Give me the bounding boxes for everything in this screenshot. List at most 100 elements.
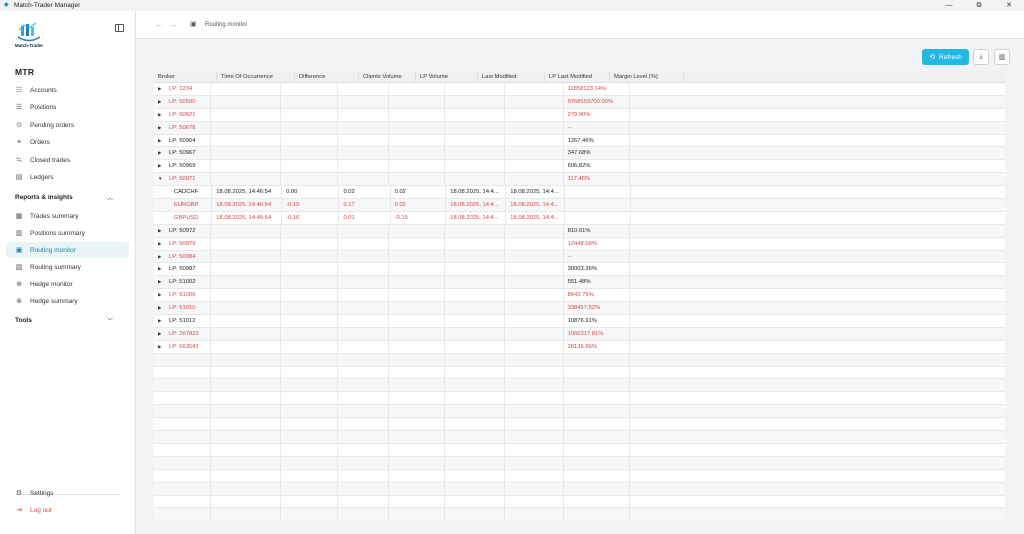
- lp-row[interactable]: ▶ LP: 267823 1066317.81%: [154, 327, 1005, 341]
- expand-row-icon[interactable]: ▶: [158, 251, 169, 263]
- expand-row-icon[interactable]: ▶: [158, 263, 169, 275]
- cell-lp-last-modified: [505, 456, 564, 469]
- cell-broker: ▶ LP: 267823: [154, 327, 211, 340]
- sidebar-item-routing-monitor[interactable]: ▣ Routing monitor: [6, 242, 129, 258]
- sidebar-item-accounts[interactable]: ☷ Accounts: [6, 82, 129, 98]
- lp-row[interactable]: ▶ LP: 663541 28136.96%: [154, 340, 1005, 354]
- back-arrow-icon[interactable]: ←: [155, 20, 163, 29]
- cell-filler: [630, 508, 1005, 520]
- sidebar-item-trades-summary[interactable]: ▦ Trades summary: [6, 208, 129, 224]
- cell-margin-level: 8643.75%: [564, 289, 630, 302]
- lp-row[interactable]: ▶ LP: 50969 606.82%: [154, 160, 1005, 174]
- expand-row-icon[interactable]: ▶: [158, 302, 169, 314]
- cell-lp-last-modified: [505, 495, 564, 508]
- column-header-broker[interactable]: Broker: [154, 71, 217, 83]
- sidebar-item-orders[interactable]: ≡ Orders: [6, 134, 129, 150]
- expand-row-icon[interactable]: ▶: [158, 315, 169, 327]
- close-button[interactable]: ✕: [994, 0, 1024, 11]
- expand-row-icon[interactable]: ▶: [158, 147, 169, 159]
- cell-clients-volume: [338, 134, 390, 147]
- columns-button[interactable]: ▥: [994, 49, 1010, 65]
- sidebar-item-hedge-monitor[interactable]: ⊕ Hedge monitor: [6, 276, 129, 292]
- lp-row[interactable]: ▶ LP: 50621 279.90%: [154, 108, 1005, 122]
- maximize-button[interactable]: ⧉: [964, 0, 994, 11]
- lp-row[interactable]: ▶ LP: 51006 8643.75%: [154, 289, 1005, 303]
- sidebar-item-label: Hedge summary: [30, 297, 78, 305]
- cell-difference: [281, 147, 339, 160]
- sidebar-item-ledgers[interactable]: ▤ Ledgers: [6, 169, 129, 185]
- lp-row[interactable]: ▶ LP: 50967 347.68%: [154, 147, 1005, 161]
- cell-value: 0.02: [394, 202, 406, 209]
- organization-name: MTR: [15, 67, 35, 77]
- cell-broker: CADCHF: [154, 186, 213, 199]
- lp-row[interactable]: ▶ LP: 50678 --: [154, 121, 1005, 135]
- cell-broker: ▶ LP: 51012: [154, 315, 211, 327]
- cell-broker: ▶ LP: 50621: [154, 108, 211, 121]
- lp-row[interactable]: ▶ LP: 51010 338457.52%: [154, 302, 1005, 316]
- lp-row[interactable]: ▶ LP: 51002 551.48%: [154, 276, 1005, 290]
- column-header-margin-level[interactable]: Margin Level (%): [610, 71, 684, 83]
- download-button[interactable]: ⤓: [973, 49, 989, 65]
- column-header-difference[interactable]: Difference: [295, 71, 359, 83]
- cell-value: 0.01: [343, 214, 355, 221]
- sidebar-collapse-button[interactable]: [115, 24, 124, 32]
- column-header-time[interactable]: Time Of Occurrence: [217, 71, 295, 83]
- expand-row-icon[interactable]: ▶: [158, 135, 169, 147]
- minimize-button[interactable]: —: [934, 0, 964, 11]
- cell-difference: [281, 508, 339, 520]
- column-header-clients-volume[interactable]: Clients Volume: [359, 71, 416, 83]
- lp-row[interactable]: ▶ LP: 1234 11858123.14%: [154, 83, 1005, 96]
- cell-margin-level: [564, 495, 630, 508]
- lp-row[interactable]: ▶ LP: 50500 9768559700.00%: [154, 95, 1005, 109]
- lp-row[interactable]: ▶ LP: 50984 --: [154, 250, 1005, 264]
- column-header-lp-last-modified[interactable]: LP Last Modified: [545, 71, 610, 83]
- collapse-row-icon[interactable]: ▼: [158, 173, 169, 185]
- expand-row-icon[interactable]: ▶: [158, 341, 169, 353]
- lp-row[interactable]: ▶ LP: 50972 810.01%: [154, 224, 1005, 238]
- logout-button[interactable]: ⇥ Log out: [6, 502, 129, 518]
- lp-row[interactable]: ▶ LP: 50979 12448.68%: [154, 237, 1005, 251]
- cell-difference: [281, 263, 339, 276]
- expand-row-icon[interactable]: ▶: [158, 225, 169, 237]
- expand-row-icon[interactable]: ▶: [158, 83, 169, 95]
- lp-row[interactable]: ▶ LP: 50964 1267.46%: [154, 134, 1005, 148]
- expand-row-icon[interactable]: ▶: [158, 109, 169, 121]
- cell-margin-level: [565, 211, 631, 224]
- expand-row-icon[interactable]: ▶: [158, 276, 169, 288]
- cell-broker: ▶ LP: 663541: [154, 340, 211, 353]
- cell-last-modified: 18.08.2025, 14:4...: [446, 186, 507, 199]
- section-reports-insights[interactable]: Reports & insights ︿: [15, 194, 115, 202]
- refresh-button[interactable]: ⟲ Refresh: [922, 49, 969, 65]
- cell-filler: [630, 225, 1005, 237]
- sidebar-item-positions-summary[interactable]: ▥ Positions summary: [6, 225, 129, 241]
- brand-logo[interactable]: Match-Trader: [14, 22, 44, 57]
- sidebar-item-pending-orders[interactable]: ⊙ Pending orders: [6, 117, 129, 133]
- cell-value: LP: 50964: [169, 137, 196, 144]
- expand-row-icon[interactable]: ▶: [158, 122, 169, 134]
- sidebar-item-closed-trades[interactable]: ≒ Closed trades: [6, 152, 129, 168]
- cell-lp-last-modified: [505, 379, 564, 392]
- sidebar-item-routing-summary[interactable]: ▧ Routing summary: [6, 259, 129, 275]
- expand-row-icon[interactable]: ▶: [158, 96, 169, 108]
- cell-lp-volume: [389, 134, 446, 147]
- lp-row[interactable]: ▼ LP: 50971 117.46%: [154, 173, 1005, 187]
- expand-row-icon[interactable]: ▶: [158, 289, 169, 301]
- forward-arrow-icon[interactable]: →: [169, 20, 177, 29]
- expand-row-icon[interactable]: ▶: [158, 328, 169, 340]
- cell-last-modified: 18.08.2025, 14:4...: [446, 211, 507, 224]
- expand-row-icon[interactable]: ▶: [158, 160, 169, 172]
- column-header-last-modified[interactable]: Last Modified: [478, 71, 545, 83]
- sidebar-item-positions[interactable]: ☰ Positions: [6, 99, 129, 115]
- cell-time: [211, 147, 281, 160]
- cell-broker: ▶ LP: 50500: [154, 95, 211, 108]
- sidebar-item-settings[interactable]: ⚙ Settings: [6, 485, 129, 501]
- cell-lp-last-modified: [505, 508, 564, 520]
- sidebar-item-hedge-summary[interactable]: ⊗ Hedge summary: [6, 293, 129, 309]
- cell-time: [211, 276, 281, 289]
- column-header-lp-volume[interactable]: LP Volume: [416, 71, 478, 83]
- section-tools[interactable]: Tools ﹀: [15, 317, 115, 325]
- expand-row-icon[interactable]: ▶: [158, 238, 169, 250]
- cell-filler: [630, 418, 1005, 430]
- lp-row[interactable]: ▶ LP: 51012 10876.91%: [154, 315, 1005, 328]
- lp-row[interactable]: ▶ LP: 50987 30003.36%: [154, 263, 1005, 277]
